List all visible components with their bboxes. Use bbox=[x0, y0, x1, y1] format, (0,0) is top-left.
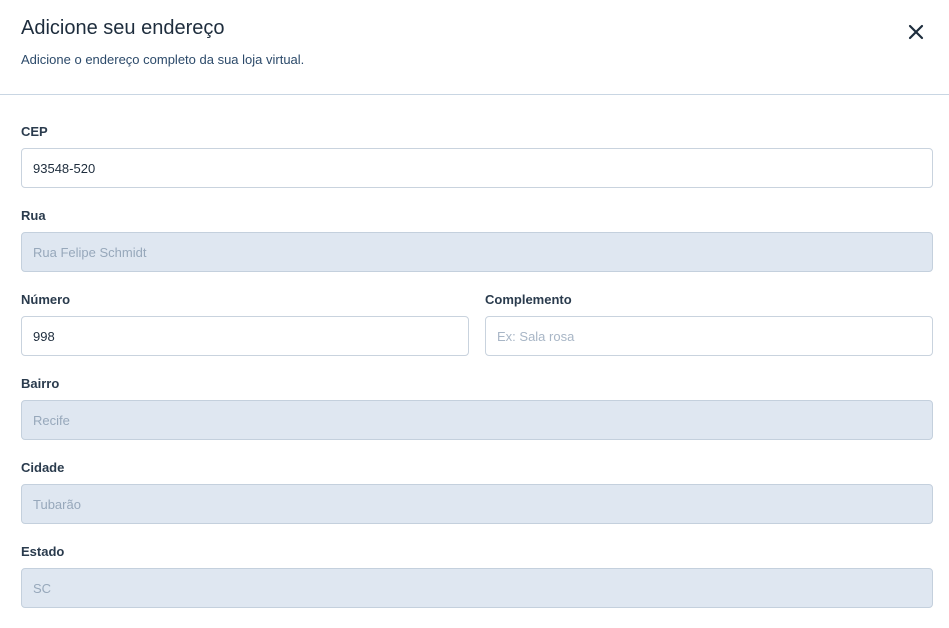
cidade-input bbox=[21, 484, 933, 524]
numero-input[interactable] bbox=[21, 316, 469, 356]
address-modal: Adicione seu endereço Adicione o endereç… bbox=[0, 0, 949, 628]
rua-label: Rua bbox=[21, 208, 46, 223]
bairro-label: Bairro bbox=[21, 376, 60, 391]
modal-header: Adicione seu endereço Adicione o endereç… bbox=[0, 0, 949, 95]
cep-input[interactable] bbox=[21, 148, 933, 188]
complemento-input[interactable] bbox=[485, 316, 933, 356]
estado-input bbox=[21, 568, 933, 608]
cep-label: CEP bbox=[21, 124, 48, 139]
close-icon bbox=[908, 24, 924, 40]
rua-input bbox=[21, 232, 933, 272]
modal-subtitle: Adicione o endereço completo da sua loja… bbox=[21, 52, 305, 67]
bairro-input bbox=[21, 400, 933, 440]
complemento-label: Complemento bbox=[485, 292, 572, 307]
close-button[interactable] bbox=[902, 18, 930, 46]
numero-label: Número bbox=[21, 292, 71, 307]
modal-title: Adicione seu endereço bbox=[21, 17, 225, 39]
cidade-label: Cidade bbox=[21, 460, 65, 475]
estado-label: Estado bbox=[21, 544, 65, 559]
